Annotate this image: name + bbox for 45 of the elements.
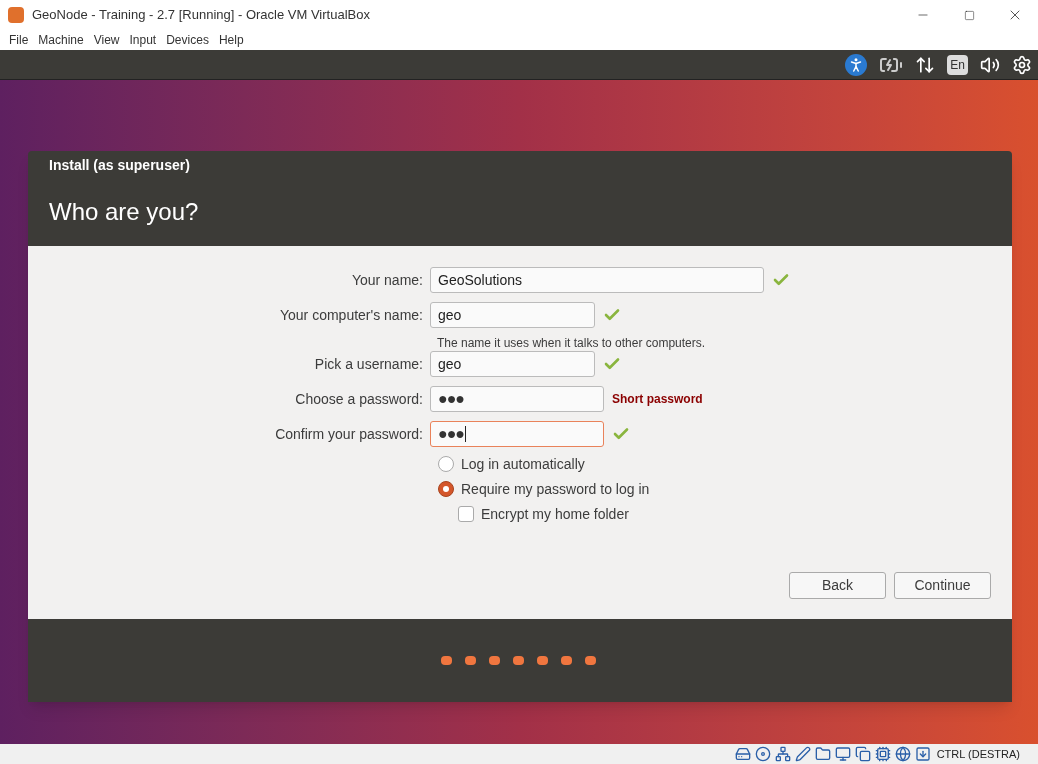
menu-item[interactable]: Machine <box>33 31 89 49</box>
download-icon[interactable] <box>914 746 931 762</box>
field-hint: The name it uses when it talks to other computers. <box>437 335 707 351</box>
host-key-label: CTRL (DESTRA) <box>936 746 1020 762</box>
password-field[interactable]: ●●● <box>430 386 604 412</box>
app-icon <box>8 7 24 23</box>
accessibility-icon[interactable] <box>845 53 868 76</box>
dialog-title: Install (as superuser) <box>49 156 191 175</box>
menu-item[interactable]: Devices <box>161 31 214 49</box>
settings-icon[interactable] <box>1012 54 1032 75</box>
password-warning: Short password <box>612 391 703 408</box>
menu-item[interactable]: File <box>4 31 34 49</box>
menu-item[interactable]: View <box>88 31 125 49</box>
maximize-icon <box>963 9 975 21</box>
field-label: Pick a username: <box>313 354 424 374</box>
monitor-icon[interactable] <box>834 746 851 762</box>
globe-icon[interactable] <box>894 746 911 762</box>
windows-icon[interactable] <box>854 746 871 762</box>
dialog-button[interactable]: Continue <box>894 572 991 599</box>
text-field[interactable]: geo <box>430 351 595 377</box>
folder-icon[interactable] <box>814 746 831 762</box>
menu-item[interactable]: Help <box>213 31 249 49</box>
volume-icon[interactable] <box>980 54 1000 75</box>
dialog-button[interactable]: Back <box>789 572 886 599</box>
field-label: Confirm your password: <box>274 424 424 444</box>
checkbox-label: Encrypt my home folder <box>481 504 629 524</box>
disc-icon[interactable] <box>754 746 771 762</box>
window-title: GeoNode - Training - 2.7 [Running] - Oracle VM VirtualBox <box>32 6 370 25</box>
radio-button[interactable] <box>438 481 454 497</box>
menu-item[interactable]: Input <box>124 31 162 49</box>
checkbox[interactable] <box>458 506 474 522</box>
keyboard-layout-indicator[interactable]: En <box>947 54 968 75</box>
field-label: Your computer's name: <box>279 305 424 325</box>
pen-icon[interactable] <box>794 746 811 762</box>
password-field[interactable]: ●●● <box>430 421 604 447</box>
chip-icon[interactable] <box>874 746 891 762</box>
radio-label: Require my password to log in <box>461 479 650 499</box>
network-icon[interactable] <box>774 746 791 762</box>
text-field[interactable]: GeoSolutions <box>430 267 764 293</box>
radio-label: Log in automatically <box>461 454 585 474</box>
field-label: Your name: <box>350 270 424 290</box>
field-label: Choose a password: <box>294 389 424 409</box>
radio-button[interactable] <box>438 456 454 472</box>
text-field[interactable]: geo <box>430 302 595 328</box>
page-heading: Who are you? <box>49 197 200 227</box>
